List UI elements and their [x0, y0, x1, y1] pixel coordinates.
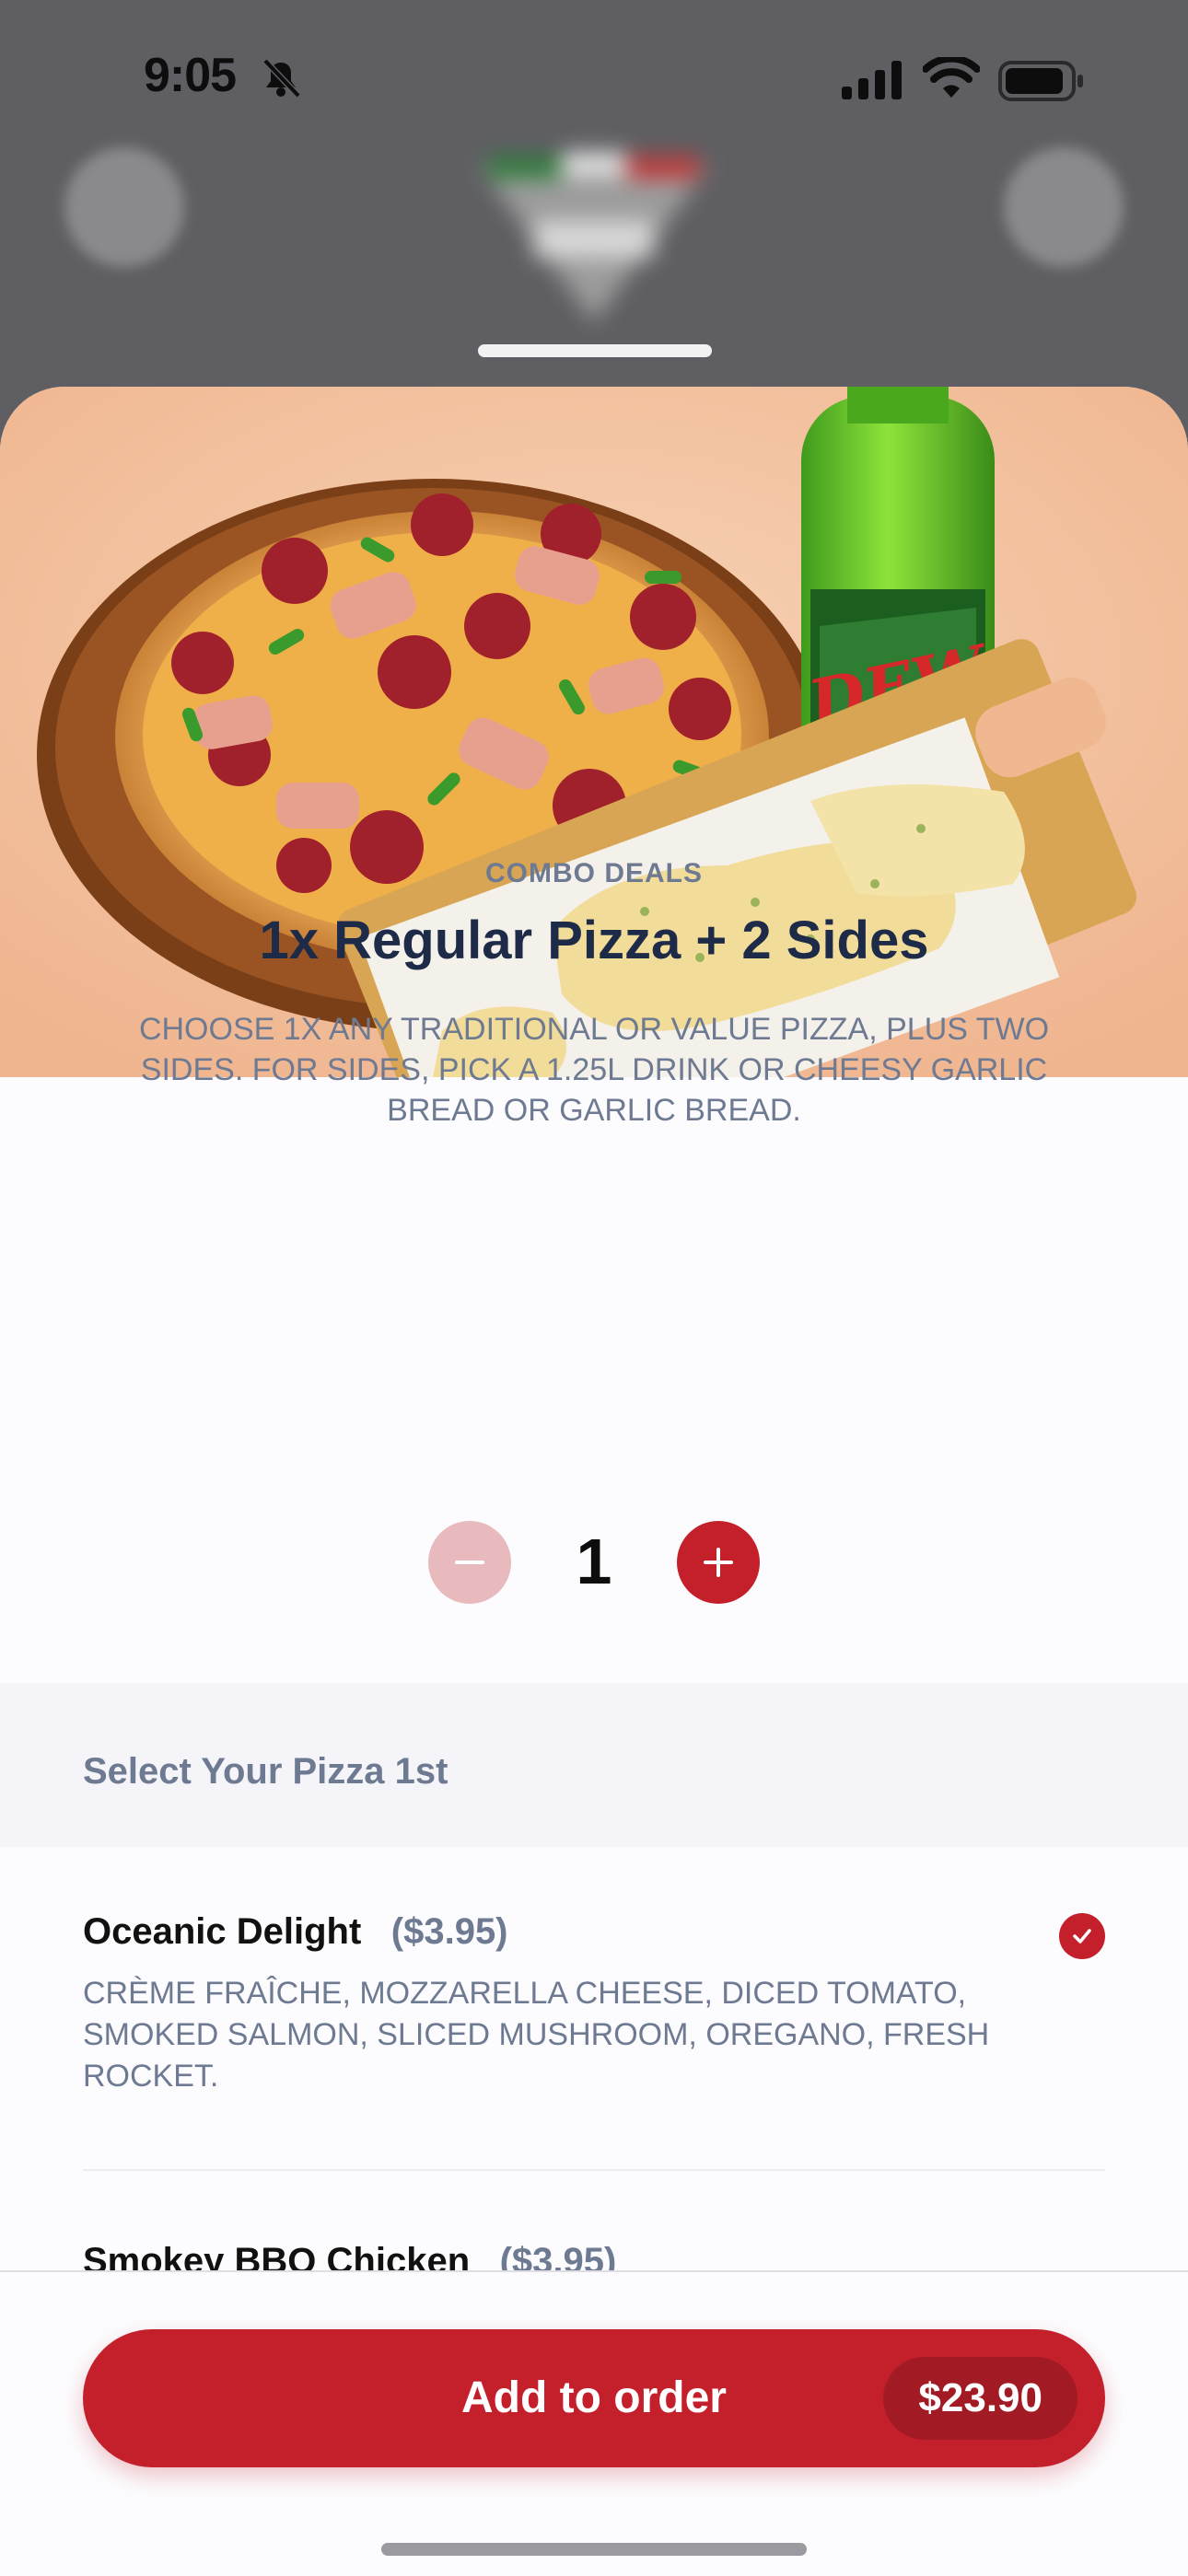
- add-to-order-button[interactable]: Add to order $23.90: [83, 2329, 1105, 2467]
- minus-icon: [455, 1561, 484, 1564]
- option-description: CRÈME FRAÎCHE, MOZZARELLA CHEESE, DICED …: [83, 1976, 990, 2094]
- wifi-icon: [923, 57, 980, 98]
- option-price: ($3.95): [390, 1911, 508, 1952]
- home-indicator[interactable]: [381, 2543, 807, 2556]
- increase-quantity-button[interactable]: [677, 1521, 760, 1604]
- product-sheet: DEW COMBO DEALS 1x Regular Pizza + 2 Sid…: [0, 387, 1188, 2574]
- bell-slash-icon: [262, 58, 301, 99]
- selected-checkmark-icon[interactable]: [1059, 1913, 1105, 1959]
- section-title: Select Your Pizza 1st: [83, 1751, 448, 1792]
- background-close-button: [1004, 147, 1124, 267]
- signal-icon: [842, 61, 902, 99]
- bottom-action-bar: Add to order $23.90: [0, 2270, 1188, 2576]
- product-image: DEW: [0, 387, 1188, 1077]
- quantity-value: 1: [576, 1526, 612, 1597]
- quantity-stepper: 1: [0, 1521, 1188, 1604]
- background-logo: [479, 153, 709, 322]
- plus-icon: [704, 1548, 733, 1577]
- product-description: CHOOSE 1X ANY TRADITIONAL OR VALUE PIZZA…: [138, 1012, 1050, 1128]
- product-category: COMBO DEALS: [485, 858, 703, 888]
- sheet-grabber[interactable]: [478, 344, 712, 357]
- option-name: Oceanic Delight: [83, 1911, 362, 1952]
- pizza-option-oceanic-delight[interactable]: Oceanic Delight ($3.95) CRÈME FRAÎCHE, M…: [83, 1911, 1105, 2097]
- battery-icon: [998, 61, 1083, 101]
- order-total-badge: $23.90: [883, 2357, 1077, 2440]
- product-title: 1x Regular Pizza + 2 Sides: [259, 911, 929, 970]
- option-divider: [83, 2169, 1105, 2171]
- status-time: 9:05: [144, 49, 237, 102]
- pizza-section-header: Select Your Pizza 1st: [0, 1683, 1188, 1847]
- background-back-button: [64, 147, 184, 267]
- decrease-quantity-button[interactable]: [428, 1521, 511, 1604]
- background-page-header: [0, 129, 1188, 368]
